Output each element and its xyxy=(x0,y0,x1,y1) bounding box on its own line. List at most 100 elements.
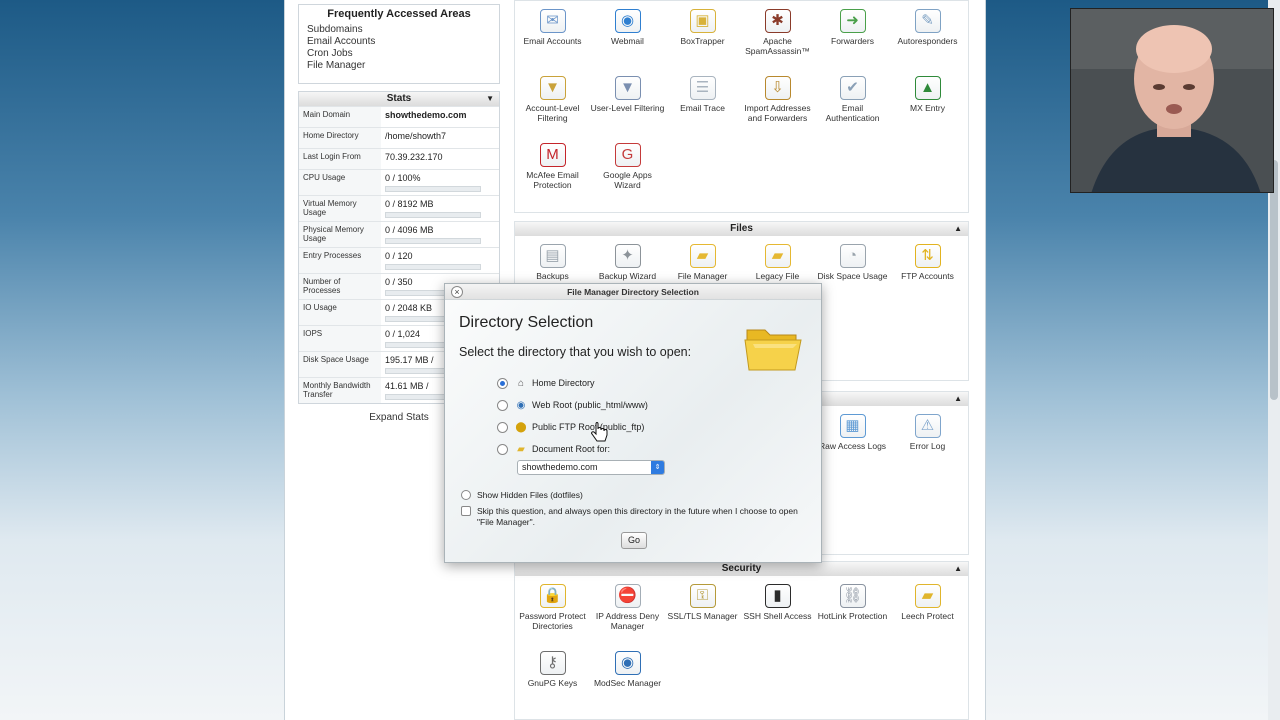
icon-link-error-log[interactable]: ⚠ Error Log xyxy=(890,410,965,477)
icon-link-autoresponders[interactable]: ✎ Autoresponders xyxy=(890,5,965,72)
stats-value: 70.39.232.170 xyxy=(385,152,443,162)
icon-link-boxtrapper[interactable]: ▣ BoxTrapper xyxy=(665,5,740,72)
collapse-arrow-icon[interactable]: ▲ xyxy=(954,222,962,236)
stats-row-cpu-usage: CPU Usage 0 / 100% xyxy=(299,169,499,195)
icon-link-user-level-filtering[interactable]: ▼ User-Level Filtering xyxy=(590,72,665,139)
collapse-arrow-icon[interactable]: ▲ xyxy=(954,562,962,576)
stats-value-cell: 0 / 100% xyxy=(381,170,499,195)
icon-link-apache-spamassassin[interactable]: ✱ Apache SpamAssassin™ xyxy=(740,5,815,72)
show-hidden-files-option[interactable]: Show Hidden Files (dotfiles) xyxy=(461,490,583,501)
icon-label: MX Entry xyxy=(910,103,945,113)
option-home-directory[interactable]: ⌂ Home Directory xyxy=(497,376,595,390)
icon-link-leech-protect[interactable]: ▰ Leech Protect xyxy=(890,580,965,647)
usage-bar xyxy=(385,186,481,192)
files-header[interactable]: Files ▲ xyxy=(515,222,968,236)
icon-label: FTP Accounts xyxy=(901,271,954,281)
icon-label: Account-Level Filtering xyxy=(525,103,580,123)
stats-value-cell: 0 / 120 xyxy=(381,248,499,273)
stats-row-virtual-memory-usage: Virtual Memory Usage 0 / 8192 MB xyxy=(299,195,499,221)
globe-icon: ◉ xyxy=(516,399,526,411)
option-public-ftp-root[interactable]: ⬤ Public FTP Root (public_ftp) xyxy=(497,420,644,434)
shield-icon: M xyxy=(539,143,566,167)
icon-link-gnupg-keys[interactable]: ⚷ GnuPG Keys xyxy=(515,647,590,714)
icon-label: Disk Space Usage xyxy=(817,271,888,281)
faa-link-email-accounts[interactable]: Email Accounts xyxy=(307,36,491,48)
go-button[interactable]: Go xyxy=(621,532,647,549)
backup-icon: ▤ xyxy=(539,244,566,268)
skip-question-checkbox[interactable] xyxy=(461,506,471,516)
faa-link-subdomains[interactable]: Subdomains xyxy=(307,24,491,36)
close-icon[interactable]: × xyxy=(451,286,463,298)
icon-link-ssh-shell-access[interactable]: ▮ SSH Shell Access xyxy=(740,580,815,647)
icon-label: User-Level Filtering xyxy=(590,103,665,113)
option-label: Public FTP Root (public_ftp) xyxy=(532,422,645,432)
faa-link-file-manager[interactable]: File Manager xyxy=(307,60,491,72)
radio-home-directory[interactable] xyxy=(497,377,508,389)
icon-label: Raw Access Logs xyxy=(818,441,887,451)
faa-link-cron-jobs[interactable]: Cron Jobs xyxy=(307,48,491,60)
collapse-arrow-icon[interactable]: ▼ xyxy=(486,92,494,106)
domain-select[interactable]: showthedemo.com ⇕ xyxy=(517,460,665,475)
chevron-down-icon[interactable]: ⇕ xyxy=(651,461,664,474)
icon-link-account-level-filtering[interactable]: ▼ Account-Level Filtering xyxy=(515,72,590,139)
icon-label: IP Address Deny Manager xyxy=(595,611,660,631)
security-header[interactable]: Security ▲ xyxy=(515,562,968,576)
option-document-root[interactable]: ▰ Document Root for: xyxy=(497,442,610,456)
option-web-root[interactable]: ◉ Web Root (public_html/www) xyxy=(497,398,648,412)
icon-link-disk-space-usage[interactable]: ◔ Disk Space Usage xyxy=(815,240,890,307)
key-icon: ⚷ xyxy=(539,651,566,675)
icon-link-hotlink-protection[interactable]: ⛓ HotLink Protection xyxy=(815,580,890,647)
radio-public-ftp[interactable] xyxy=(497,421,508,433)
radio-document-root[interactable] xyxy=(497,443,508,455)
skip-question-option[interactable]: Skip this question, and always open this… xyxy=(461,506,801,528)
icon-link-google-apps-wizard[interactable]: G Google Apps Wizard xyxy=(590,139,665,206)
radio-web-root[interactable] xyxy=(497,399,508,411)
stats-header[interactable]: Stats ▼ xyxy=(299,92,499,106)
stats-value: 0 / 100% xyxy=(385,173,421,183)
icon-label: ModSec Manager xyxy=(593,678,662,688)
icon-link-email-accounts[interactable]: ✉ Email Accounts xyxy=(515,5,590,72)
dialog-prompt: Select the directory that you wish to op… xyxy=(459,345,692,359)
icon-link-ftp-accounts[interactable]: ⇅ FTP Accounts xyxy=(890,240,965,307)
icon-label: Email Trace xyxy=(680,103,725,113)
icon-label: Import Addresses and Forwarders xyxy=(744,103,811,123)
icon-link-import-addresses-and-forwarders[interactable]: ⇩ Import Addresses and Forwarders xyxy=(740,72,815,139)
icon-link-email-authentication[interactable]: ✔ Email Authentication xyxy=(815,72,890,139)
import-icon: ⇩ xyxy=(764,76,791,100)
icon-label: Google Apps Wizard xyxy=(603,170,652,190)
google-icon: G xyxy=(614,143,641,167)
icon-label: GnuPG Keys xyxy=(527,678,578,688)
stats-value-cell: 0 / 4096 MB xyxy=(381,222,499,247)
icon-link-forwarders[interactable]: ➜ Forwarders xyxy=(815,5,890,72)
icon-link-mcafee-email-protection[interactable]: M McAfee Email Protection xyxy=(515,139,590,206)
dialog-title-bar: File Manager Directory Selection xyxy=(445,284,821,300)
icon-link-mx-entry[interactable]: ▲ MX Entry xyxy=(890,72,965,139)
ftp-icon: ⬤ xyxy=(515,421,527,433)
globe-icon: ◉ xyxy=(614,9,641,33)
icon-link-modsec-manager[interactable]: ◉ ModSec Manager xyxy=(590,647,665,714)
stats-row-physical-memory-usage: Physical Memory Usage 0 / 4096 MB xyxy=(299,221,499,247)
lock-folder-icon: 🔒 xyxy=(539,584,566,608)
icon-link-email-trace[interactable]: ☰ Email Trace xyxy=(665,72,740,139)
icon-link-raw-access-logs[interactable]: ▦ Raw Access Logs xyxy=(815,410,890,477)
stats-label: Monthly Bandwidth Transfer xyxy=(299,378,381,403)
stats-title: Stats xyxy=(386,93,412,104)
stats-value: /home/showth7 xyxy=(385,131,447,141)
stats-label: Main Domain xyxy=(299,107,381,127)
stats-value-cell: showthedemo.com xyxy=(381,107,499,127)
icon-link-ssl-tls-manager[interactable]: ⚿ SSL/TLS Manager xyxy=(665,580,740,647)
icon-link-webmail[interactable]: ◉ Webmail xyxy=(590,5,665,72)
icon-label: McAfee Email Protection xyxy=(526,170,579,190)
scrollbar-thumb[interactable] xyxy=(1270,160,1278,400)
stats-label: Physical Memory Usage xyxy=(299,222,381,247)
stats-label: Disk Space Usage xyxy=(299,352,381,377)
icon-link-ip-address-deny-manager[interactable]: ⛔ IP Address Deny Manager xyxy=(590,580,665,647)
webcam-overlay xyxy=(1070,8,1274,193)
directory-selection-dialog: File Manager Directory Selection × Direc… xyxy=(444,283,822,563)
icon-link-password-protect-directories[interactable]: 🔒 Password Protect Directories xyxy=(515,580,590,647)
show-hidden-checkbox[interactable] xyxy=(461,490,471,500)
files-title: Files xyxy=(730,223,753,234)
icon-label: Backup Wizard xyxy=(598,271,657,281)
stats-label: Number of Processes xyxy=(299,274,381,299)
collapse-arrow-icon[interactable]: ▲ xyxy=(954,392,962,406)
